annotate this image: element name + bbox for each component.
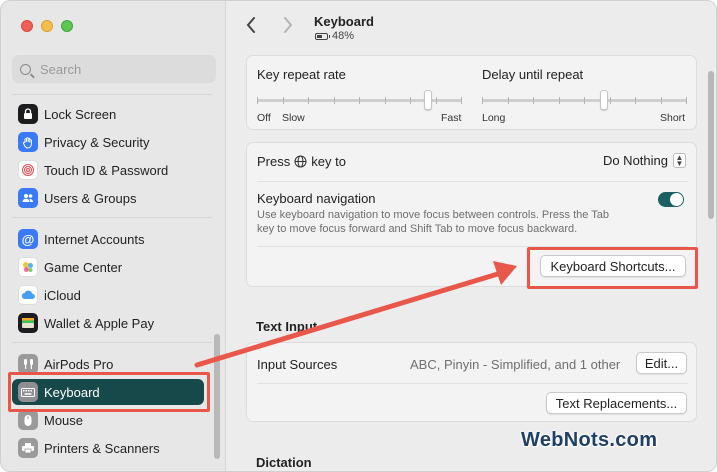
watermark: WebNots.com	[521, 429, 658, 451]
annotation-arrow	[194, 261, 517, 368]
system-settings-window: Lock Screen Privacy & Security Touch ID …	[0, 0, 717, 472]
